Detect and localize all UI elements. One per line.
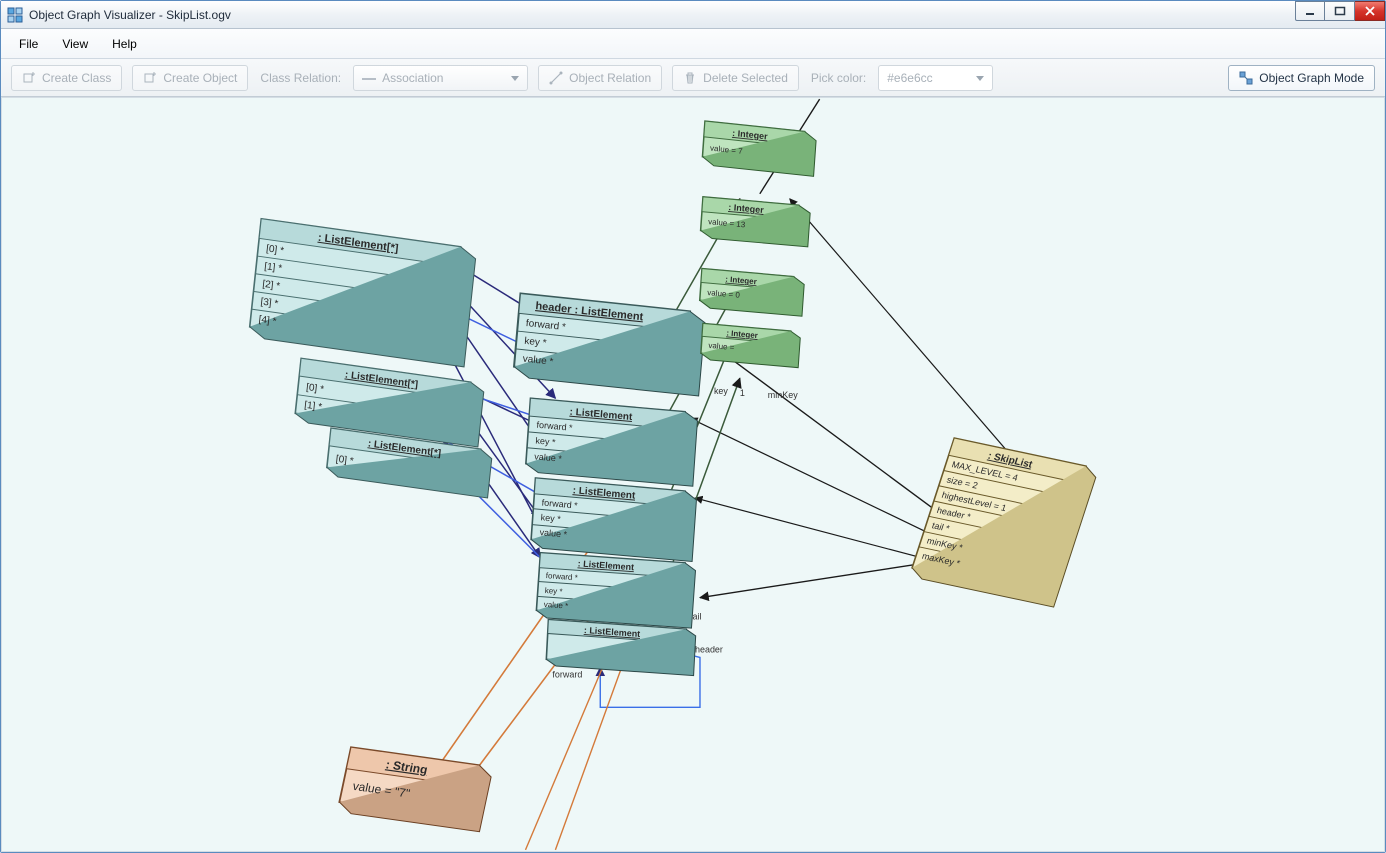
graph-scene: forward header tail key value minKey 1 :… bbox=[2, 98, 1384, 851]
node-listelement-4[interactable]: : ListElement bbox=[546, 620, 696, 676]
pick-color-value: #e6e6cc bbox=[887, 71, 932, 85]
class-relation-value: Association bbox=[382, 71, 443, 85]
node-integer-2[interactable]: : Integer value = 13 bbox=[700, 197, 811, 247]
graph-canvas[interactable]: forward header tail key value minKey 1 :… bbox=[1, 97, 1385, 852]
window-close-button[interactable] bbox=[1355, 1, 1385, 21]
create-class-button[interactable]: Create Class bbox=[11, 65, 122, 91]
node-listelement-3[interactable]: : ListElement forward * key * value * bbox=[536, 553, 696, 628]
edge-label-key: key bbox=[714, 386, 728, 396]
node-string[interactable]: : String value = "7" bbox=[337, 747, 493, 832]
window-maximize-button[interactable] bbox=[1325, 1, 1355, 21]
toolbar: Create Class Create Object Class Relatio… bbox=[1, 59, 1385, 97]
row: value * bbox=[544, 600, 569, 611]
create-object-button[interactable]: Create Object bbox=[132, 65, 248, 91]
object-graph-mode-button[interactable]: Object Graph Mode bbox=[1228, 65, 1375, 91]
node-integer-3[interactable]: : Integer value = 0 bbox=[699, 269, 804, 317]
plus-icon bbox=[22, 71, 36, 85]
node-listelement-1[interactable]: : ListElement forward * key * value * bbox=[525, 398, 698, 486]
window-minimize-button[interactable] bbox=[1295, 1, 1325, 21]
chevron-down-icon bbox=[976, 76, 984, 81]
delete-selected-button[interactable]: Delete Selected bbox=[672, 65, 799, 91]
pick-color-field[interactable]: #e6e6cc bbox=[878, 65, 993, 91]
object-relation-button[interactable]: Object Relation bbox=[538, 65, 662, 91]
row: key * bbox=[524, 336, 547, 349]
edge-label-one: 1 bbox=[740, 388, 745, 398]
edge-label-minkey: minKey bbox=[768, 390, 798, 400]
menu-help[interactable]: Help bbox=[102, 33, 147, 55]
app-icon bbox=[7, 7, 23, 23]
menu-file[interactable]: File bbox=[9, 33, 48, 55]
node-integer-4[interactable]: : Integer value = bbox=[700, 323, 800, 367]
node-listelement-array-b[interactable]: : ListElement[*] [0] * [1] * bbox=[294, 358, 484, 447]
node-skiplist[interactable]: : SkipList MAX_LEVEL = 4 size = 2 highes… bbox=[909, 438, 1098, 607]
row: key * bbox=[540, 512, 561, 524]
create-class-label: Create Class bbox=[42, 71, 111, 85]
window-title-area: Object Graph Visualizer - SkipList.ogv bbox=[1, 7, 231, 23]
window-title: Object Graph Visualizer - SkipList.ogv bbox=[29, 8, 231, 22]
node-listelement-2[interactable]: : ListElement forward * key * value * bbox=[531, 478, 697, 562]
row: key * bbox=[544, 586, 562, 596]
row: key * bbox=[535, 436, 556, 448]
node-integer-1[interactable]: : Integer value = 7 bbox=[702, 121, 817, 176]
window-controls bbox=[1295, 1, 1385, 28]
class-relation-combo[interactable]: Association bbox=[353, 65, 528, 91]
delete-selected-label: Delete Selected bbox=[703, 71, 788, 85]
trash-icon bbox=[683, 71, 697, 85]
graph-mode-icon bbox=[1239, 71, 1253, 85]
relation-line-icon bbox=[362, 78, 376, 80]
relation-icon bbox=[549, 71, 563, 85]
pick-color-label: Pick color: bbox=[809, 71, 868, 85]
object-graph-mode-label: Object Graph Mode bbox=[1259, 71, 1364, 85]
object-relation-label: Object Relation bbox=[569, 71, 651, 85]
node-listelement-array-a[interactable]: : ListElement[*] [0] * [1] * [2] * [3] *… bbox=[249, 219, 477, 367]
menu-view[interactable]: View bbox=[52, 33, 98, 55]
create-object-label: Create Object bbox=[163, 71, 237, 85]
class-relation-label: Class Relation: bbox=[258, 71, 343, 85]
edge-label-header: header bbox=[695, 644, 723, 654]
chevron-down-icon bbox=[511, 76, 519, 81]
edge-label-forward: forward bbox=[552, 669, 582, 679]
app-window: Object Graph Visualizer - SkipList.ogv F… bbox=[0, 0, 1386, 853]
plus-icon bbox=[143, 71, 157, 85]
menubar: File View Help bbox=[1, 29, 1385, 59]
window-titlebar[interactable]: Object Graph Visualizer - SkipList.ogv bbox=[1, 1, 1385, 29]
